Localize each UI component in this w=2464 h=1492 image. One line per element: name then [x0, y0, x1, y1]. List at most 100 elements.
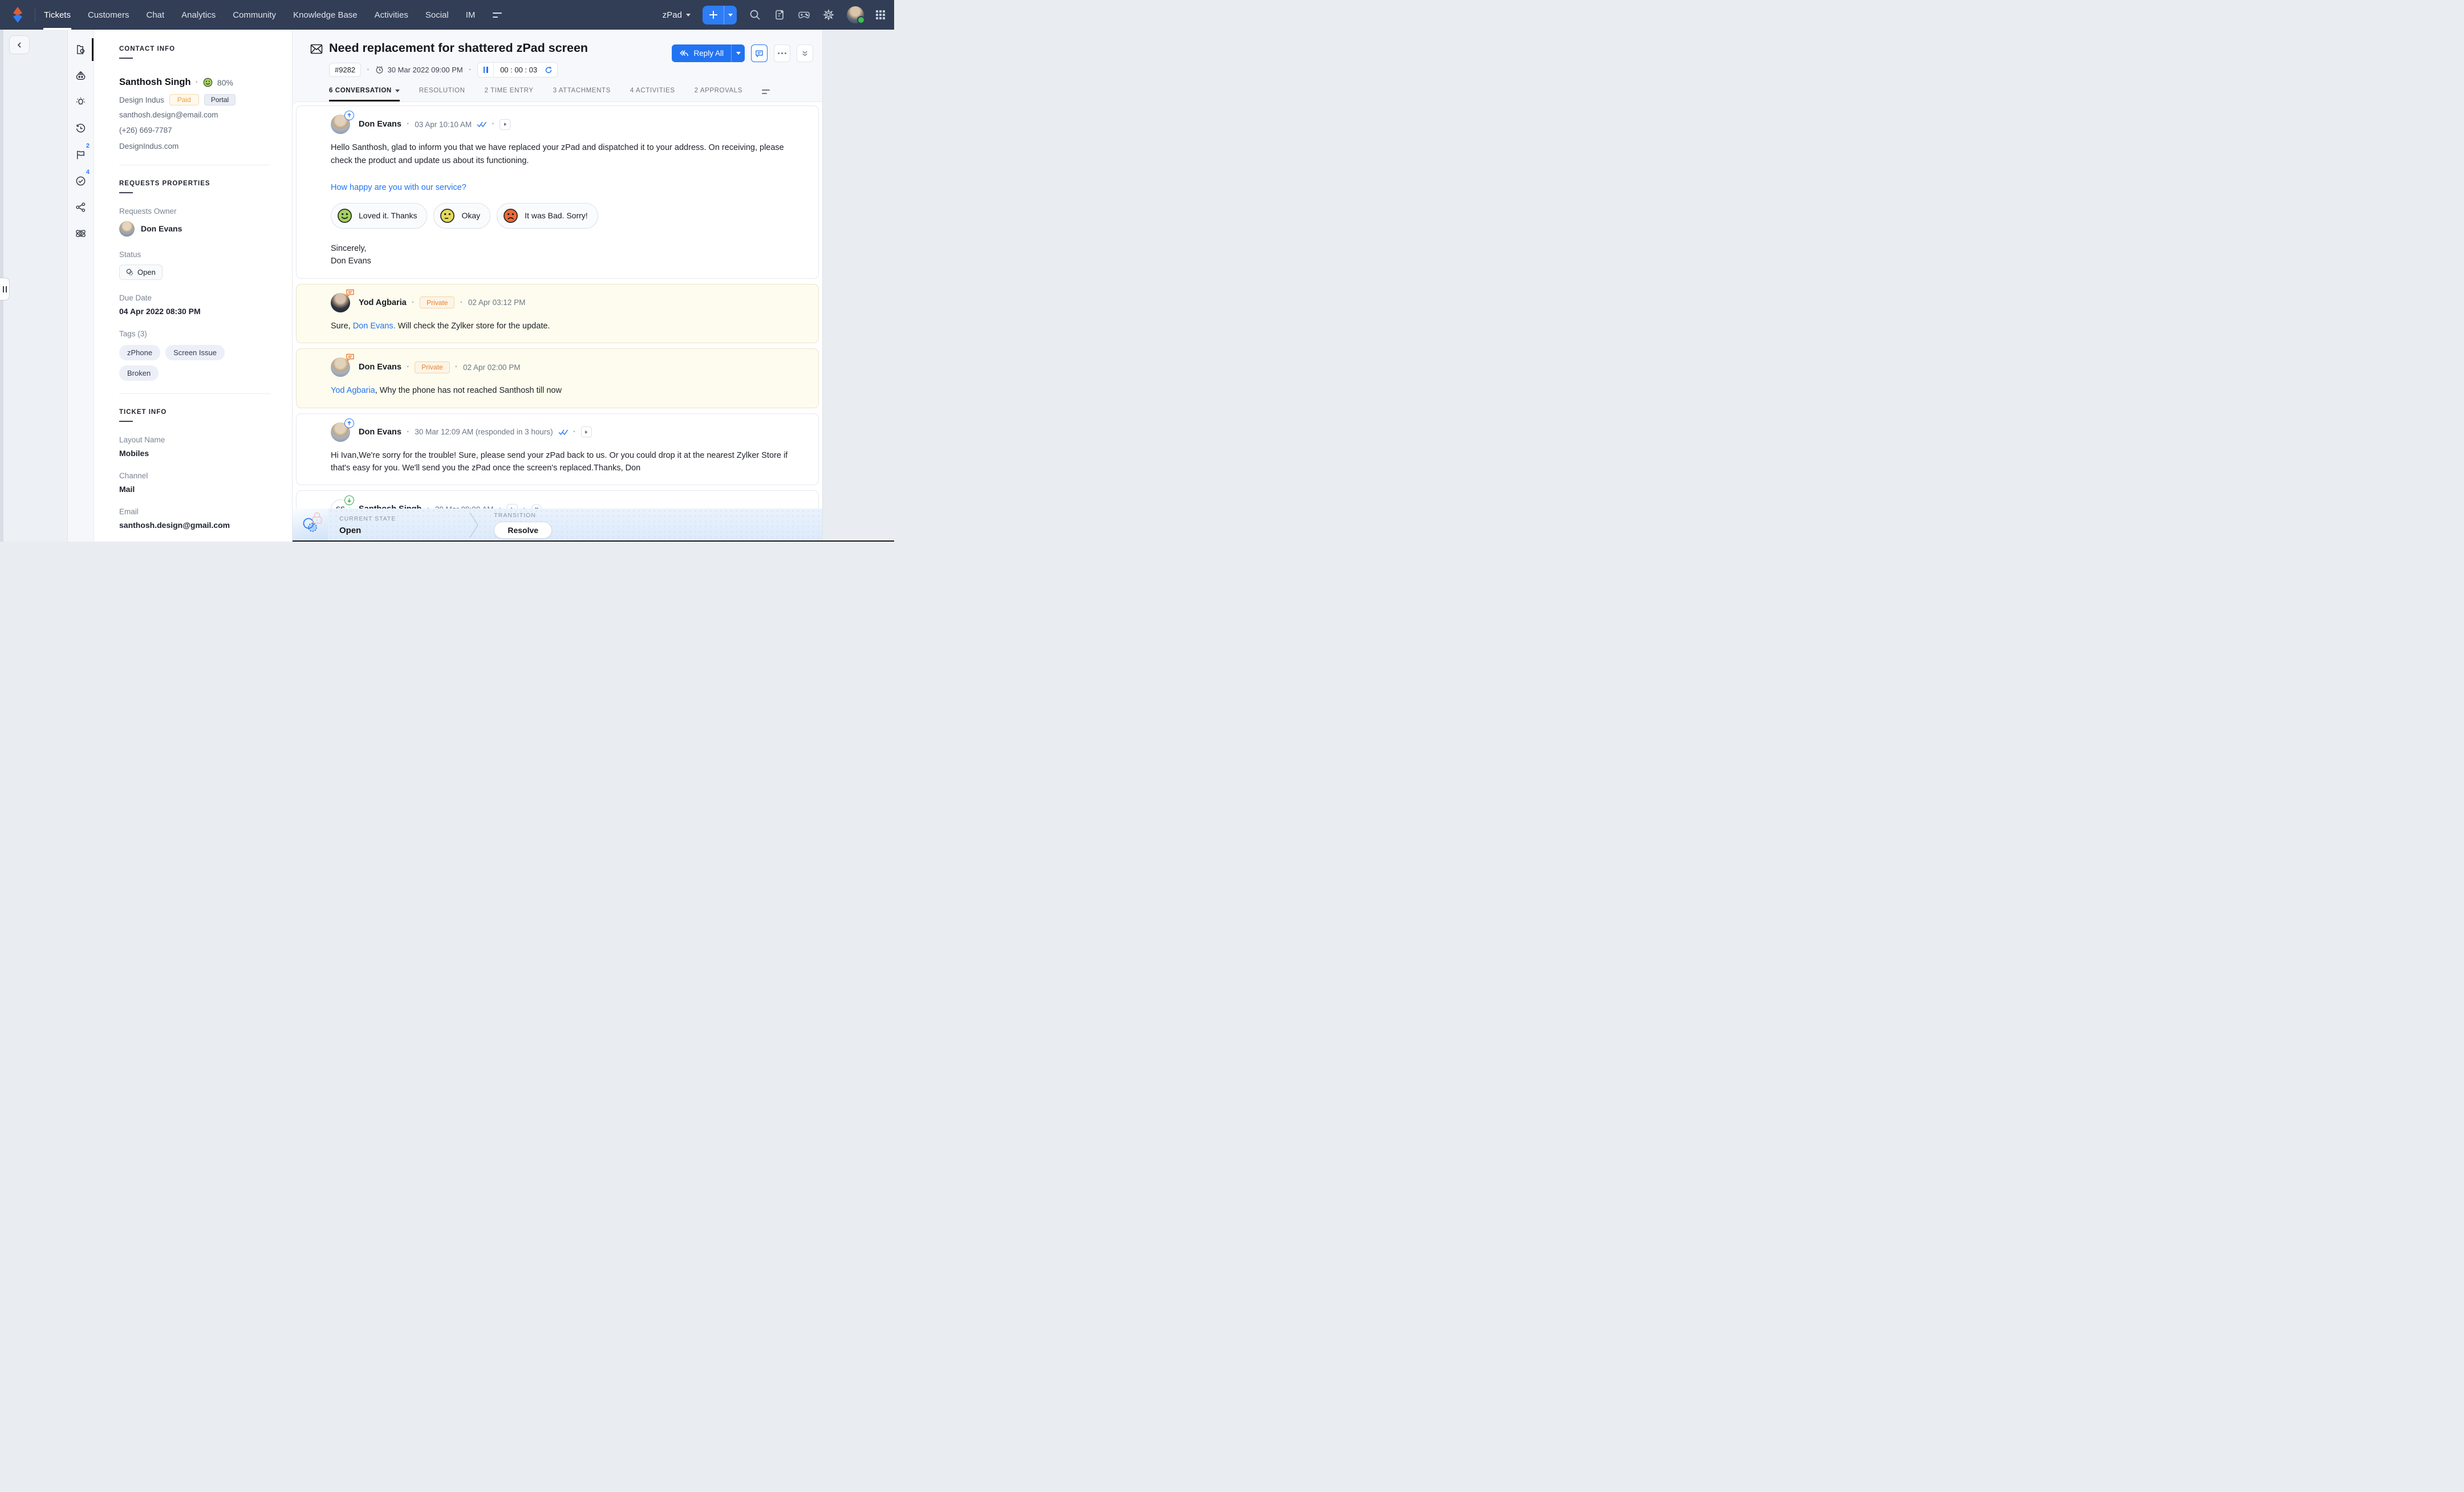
page-body: 2 4 CONT: [0, 30, 894, 542]
share-icon[interactable]: [68, 194, 94, 220]
reply-all-split-button: Reply All: [672, 44, 745, 62]
message-author[interactable]: Don Evans: [359, 120, 401, 129]
status-chip[interactable]: Open: [119, 265, 163, 280]
comment-bubble-icon: [346, 353, 355, 362]
suggestions-bulb-icon[interactable]: [68, 89, 94, 115]
current-state-block: CURRENT STATE Open: [339, 515, 396, 535]
nav-item-tickets[interactable]: Tickets: [35, 0, 79, 30]
private-badge: Private: [420, 296, 454, 308]
nav-item-community[interactable]: Community: [224, 0, 285, 30]
collapse-all-button[interactable]: [797, 44, 813, 62]
due-date-value[interactable]: 04 Apr 2022 08:30 PM: [119, 307, 270, 316]
nav-item-activities[interactable]: Activities: [366, 0, 417, 30]
zia-bot-icon[interactable]: [68, 63, 94, 89]
add-options-button[interactable]: [724, 6, 737, 25]
channel-value: Mail: [119, 485, 270, 494]
nav-item-im[interactable]: IM: [457, 0, 484, 30]
contact-email[interactable]: santhosh.design@email.com: [119, 109, 270, 121]
comment-bubble-icon: [755, 49, 764, 58]
mention-link[interactable]: Yod Agbaria: [331, 386, 375, 395]
settings-gear-icon[interactable]: [822, 9, 835, 21]
more-actions-button[interactable]: [774, 44, 790, 62]
ticket-id-badge[interactable]: #9282: [329, 63, 361, 77]
conversation-card: Don Evans 03 Apr 10:10 AM Hello Santhosh…: [296, 105, 819, 278]
integrations-atom-icon[interactable]: [68, 220, 94, 246]
message-time: 03 Apr 10:10 AM: [415, 120, 472, 129]
comment-button[interactable]: [751, 44, 768, 62]
reset-timer-button[interactable]: [543, 66, 557, 74]
tab-time-entry[interactable]: 2 TIME ENTRY: [485, 87, 534, 101]
time-tracking-widget: 00 : 00 : 03: [477, 62, 558, 78]
ticket-detail-main: Need replacement for shattered zPad scre…: [293, 30, 822, 542]
survey-bad-button[interactable]: It was Bad. Sorry!: [497, 203, 598, 229]
tab-activities[interactable]: 4 ACTIVITIES: [630, 87, 675, 101]
reply-options-button[interactable]: [731, 44, 745, 62]
survey-happy-button[interactable]: Loved it. Thanks: [331, 203, 427, 229]
transition-chevron-icon: [469, 512, 479, 538]
message-signature: Sincerely,Don Evans: [331, 242, 804, 268]
survey-option-label: Okay: [461, 211, 480, 220]
avatar: [331, 357, 350, 377]
contact-phone[interactable]: (+26) 669-7787: [119, 125, 270, 136]
separator-dot: [367, 65, 370, 75]
nav-item-social[interactable]: Social: [417, 0, 457, 30]
pause-timer-button[interactable]: [478, 63, 494, 77]
panel-drag-handle[interactable]: [0, 278, 10, 300]
nav-more-icon[interactable]: [484, 0, 511, 30]
tab-conversation[interactable]: 6 CONVERSATION: [329, 87, 400, 101]
feeds-icon[interactable]: [773, 9, 786, 21]
tag-zphone[interactable]: zPhone: [119, 345, 160, 360]
collapse-panel-button[interactable]: [9, 35, 30, 54]
neutral-face-icon: [440, 208, 455, 223]
ticket-properties-icon[interactable]: [68, 36, 94, 63]
tab-resolution[interactable]: RESOLUTION: [419, 87, 465, 101]
reply-all-button[interactable]: Reply All: [672, 44, 731, 62]
department-selector[interactable]: zPad: [663, 10, 691, 20]
contact-website[interactable]: DesignIndus.com: [119, 141, 270, 152]
contact-company[interactable]: Design Indus: [119, 96, 164, 104]
separator-dot: [455, 362, 458, 372]
contact-name[interactable]: Santhosh Singh: [119, 77, 191, 88]
message-author[interactable]: Don Evans: [359, 428, 401, 437]
flag-icon[interactable]: 2: [68, 141, 94, 168]
owner-name[interactable]: Don Evans: [141, 224, 182, 233]
history-icon[interactable]: [68, 115, 94, 141]
app-logo[interactable]: [0, 0, 35, 30]
tag-screen-issue[interactable]: Screen Issue: [165, 345, 225, 360]
app-launcher-icon[interactable]: [876, 10, 885, 19]
expand-message-button[interactable]: [500, 119, 510, 130]
tag-broken[interactable]: Broken: [119, 365, 159, 381]
nav-item-analytics[interactable]: Analytics: [173, 0, 224, 30]
separator-dot: [469, 65, 472, 75]
separator-dot: [412, 298, 415, 308]
nav-item-customers[interactable]: Customers: [79, 0, 138, 30]
tab-approvals[interactable]: 2 APPROVALS: [695, 87, 742, 101]
nav-item-knowledge-base[interactable]: Knowledge Base: [285, 0, 366, 30]
message-author[interactable]: Don Evans: [359, 363, 401, 372]
tab-attachments[interactable]: 3 ATTACHMENTS: [553, 87, 611, 101]
survey-okay-button[interactable]: Okay: [433, 203, 490, 229]
conversation-list: Don Evans 03 Apr 10:10 AM Hello Santhosh…: [293, 101, 822, 542]
ticket-email-value[interactable]: santhosh.design@gmail.com: [119, 521, 270, 530]
resolve-button[interactable]: Resolve: [494, 522, 552, 539]
expand-message-button[interactable]: [581, 426, 592, 437]
sad-face-icon: [503, 208, 518, 223]
approvals-icon[interactable]: 4: [68, 168, 94, 194]
tab-label: 3 ATTACHMENTS: [553, 87, 611, 94]
contact-info-header: CONTACT INFO: [119, 46, 270, 59]
add-button[interactable]: [703, 6, 724, 25]
tab-label: 2 TIME ENTRY: [485, 87, 534, 94]
nav-right-cluster: zPad: [663, 0, 894, 30]
avatar: [331, 293, 350, 312]
owner-avatar: [119, 221, 135, 237]
reply-all-icon: [679, 48, 689, 58]
user-avatar[interactable]: [847, 6, 864, 23]
blueprint-state-cap: [293, 509, 328, 542]
nav-item-chat[interactable]: Chat: [137, 0, 173, 30]
mention-link[interactable]: Don Evans.: [353, 322, 396, 331]
survey-question-link[interactable]: How happy are you with our service?: [331, 181, 804, 194]
tabs-more-icon[interactable]: [762, 90, 770, 101]
search-icon[interactable]: [749, 9, 761, 21]
message-author[interactable]: Yod Agbaria: [359, 298, 407, 307]
gamescope-icon[interactable]: [798, 9, 810, 21]
